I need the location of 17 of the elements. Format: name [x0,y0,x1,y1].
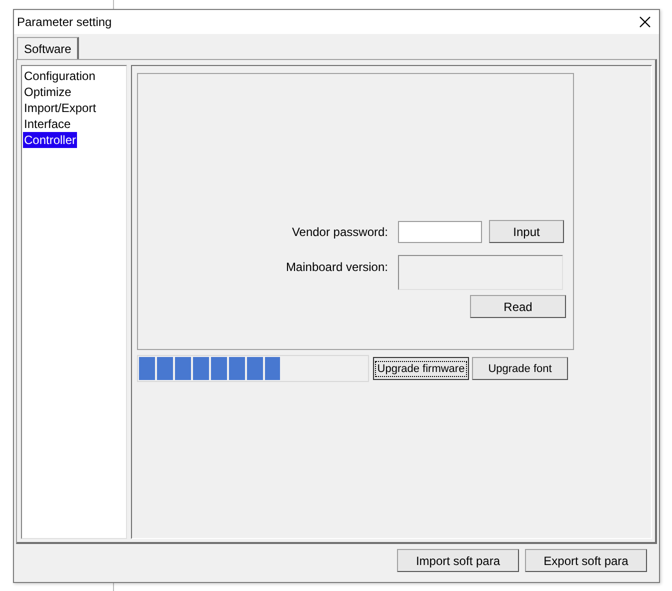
tab[interactable]: Software [17,37,80,59]
list-item[interactable]: Configuration [23,68,96,84]
footer-button[interactable]: Export soft para [525,549,647,572]
list-item[interactable]: Optimize [23,84,72,100]
field-label: Mainboard version: [284,260,388,274]
input-button[interactable]: Input [489,220,564,243]
password-field[interactable] [398,220,482,242]
field-label: Vendor password: [290,224,388,238]
list-item[interactable]: Controller [23,132,78,148]
footer-button[interactable]: Import soft para [397,549,519,572]
list-item[interactable]: Import/Export [23,100,98,116]
list-item[interactable]: Interface [23,116,72,132]
close-icon[interactable] [639,16,651,28]
read-button[interactable]: Read [470,295,566,318]
window-title: Parameter setting [17,15,112,29]
upgrade-button[interactable]: Upgrade firmware [373,357,469,380]
upgrade-button[interactable]: Upgrade font [472,357,568,380]
